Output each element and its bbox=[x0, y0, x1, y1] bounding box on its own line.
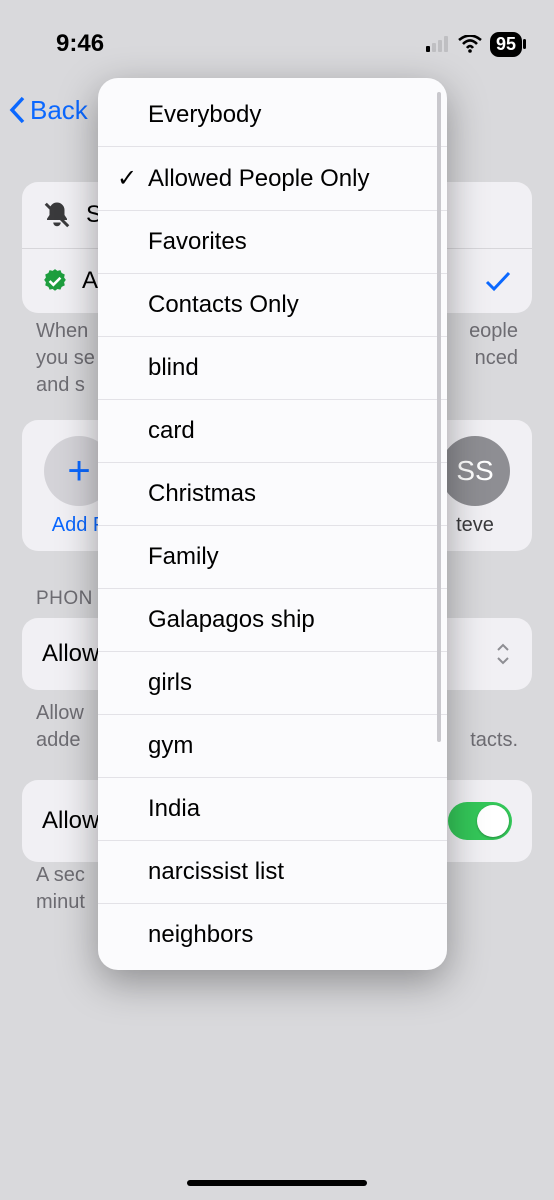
dropdown-item-label: neighbors bbox=[148, 921, 253, 949]
help-frag: nced bbox=[475, 345, 518, 372]
dropdown-item[interactable]: card bbox=[98, 400, 447, 463]
dropdown-item-label: India bbox=[148, 795, 200, 823]
dropdown-item[interactable]: gym bbox=[98, 715, 447, 778]
help-frag: you se bbox=[36, 345, 95, 372]
dropdown-item-label: Christmas bbox=[148, 480, 256, 508]
dropdown-item-label: Contacts Only bbox=[148, 291, 299, 319]
dropdown-item[interactable]: Favorites bbox=[98, 211, 447, 274]
dropdown-item[interactable]: blind bbox=[98, 337, 447, 400]
dropdown-item[interactable]: neighbors bbox=[98, 904, 447, 966]
allow-calls-label: Allow bbox=[42, 640, 99, 668]
chevron-left-icon bbox=[8, 95, 28, 125]
help-frag: eople bbox=[469, 318, 518, 345]
avatar-name: teve bbox=[456, 514, 494, 537]
dropdown-item-label: Family bbox=[148, 543, 219, 571]
dropdown-item[interactable]: girls bbox=[98, 652, 447, 715]
back-button[interactable]: Back bbox=[8, 95, 88, 126]
dropdown-item-label: Allowed People Only bbox=[148, 165, 369, 193]
repeated-calls-label: Allow bbox=[42, 807, 99, 835]
help-frag: When bbox=[36, 318, 88, 345]
status-icons: 95 bbox=[426, 32, 522, 57]
dropdown-item-label: narcissist list bbox=[148, 858, 284, 886]
dropdown-item[interactable]: ✓ Allowed People Only bbox=[98, 147, 447, 211]
dropdown-item[interactable]: Family bbox=[98, 526, 447, 589]
chevron-updown-icon bbox=[494, 641, 512, 667]
checkmark-icon: ✓ bbox=[116, 164, 138, 193]
dropdown-item-label: blind bbox=[148, 354, 199, 382]
dropdown-item[interactable]: Contacts Only bbox=[98, 274, 447, 337]
status-bar: 9:46 95 bbox=[0, 0, 554, 64]
allow-calls-dropdown: Everybody ✓ Allowed People Only Favorites Co… bbox=[98, 78, 447, 970]
dropdown-item-label: Galapagos ship bbox=[148, 606, 315, 634]
dropdown-item-label: Everybody bbox=[148, 101, 261, 129]
dropdown-item-label: card bbox=[148, 417, 195, 445]
help-frag: A sec bbox=[36, 864, 85, 886]
battery-level: 95 bbox=[496, 34, 516, 55]
dropdown-item[interactable]: Galapagos ship bbox=[98, 589, 447, 652]
status-time: 9:46 bbox=[56, 30, 104, 58]
help-frag: minut bbox=[36, 891, 85, 913]
help-frag: and s bbox=[36, 374, 85, 396]
dropdown-item[interactable]: Christmas bbox=[98, 463, 447, 526]
toggle-knob bbox=[477, 805, 509, 837]
verified-badge-icon bbox=[42, 268, 68, 294]
allowed-label: A bbox=[82, 267, 98, 295]
back-label: Back bbox=[30, 95, 88, 126]
battery-badge: 95 bbox=[490, 32, 522, 57]
dropdown-item-label: girls bbox=[148, 669, 192, 697]
help-frag: adde bbox=[36, 727, 81, 754]
wifi-icon bbox=[458, 35, 482, 53]
avatar-circle: SS bbox=[440, 436, 510, 506]
help-frag: Allow bbox=[36, 702, 84, 724]
dropdown-list: Everybody ✓ Allowed People Only Favorites Co… bbox=[98, 78, 447, 970]
repeated-calls-toggle[interactable] bbox=[448, 802, 512, 840]
checkmark-icon bbox=[484, 269, 512, 293]
bell-off-icon bbox=[42, 200, 72, 230]
dropdown-item[interactable]: India bbox=[98, 778, 447, 841]
dropdown-item-label: Favorites bbox=[148, 228, 247, 256]
dropdown-item[interactable]: Everybody bbox=[98, 84, 447, 147]
avatar-initials: SS bbox=[456, 455, 493, 487]
dropdown-item[interactable]: narcissist list bbox=[98, 841, 447, 904]
dropdown-item-label: gym bbox=[148, 732, 193, 760]
scrollbar[interactable] bbox=[437, 92, 441, 742]
help-frag: tacts. bbox=[470, 727, 518, 754]
cellular-icon bbox=[426, 36, 450, 52]
home-indicator[interactable] bbox=[187, 1180, 367, 1186]
